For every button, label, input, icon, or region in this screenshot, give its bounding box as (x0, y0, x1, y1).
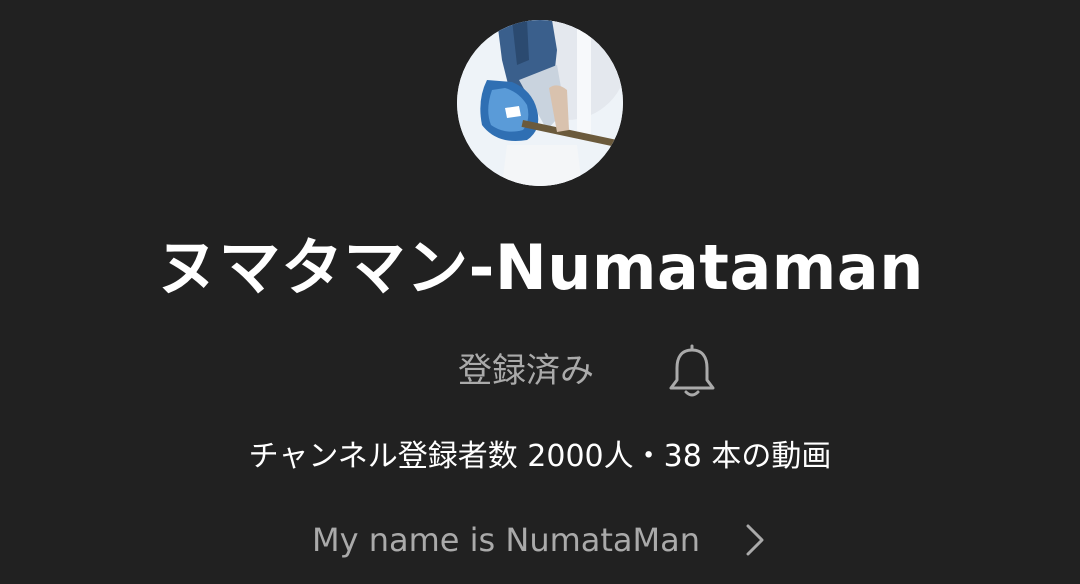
subscribed-button[interactable]: 登録済み (458, 348, 594, 394)
notification-bell-button[interactable] (664, 340, 720, 402)
chevron-right-icon (746, 524, 764, 556)
channel-avatar[interactable] (457, 20, 623, 186)
channel-name: ヌマタマン-Numataman (156, 231, 924, 304)
bell-icon (669, 344, 715, 397)
subscribe-row: 登録済み (0, 340, 1080, 400)
channel-description-row[interactable]: My name is NumataMan (0, 514, 1080, 566)
channel-stats: チャンネル登録者数 2000人・38 本の動画 (248, 439, 832, 474)
channel-description: My name is NumataMan (312, 521, 701, 559)
avatar-image (457, 20, 623, 186)
